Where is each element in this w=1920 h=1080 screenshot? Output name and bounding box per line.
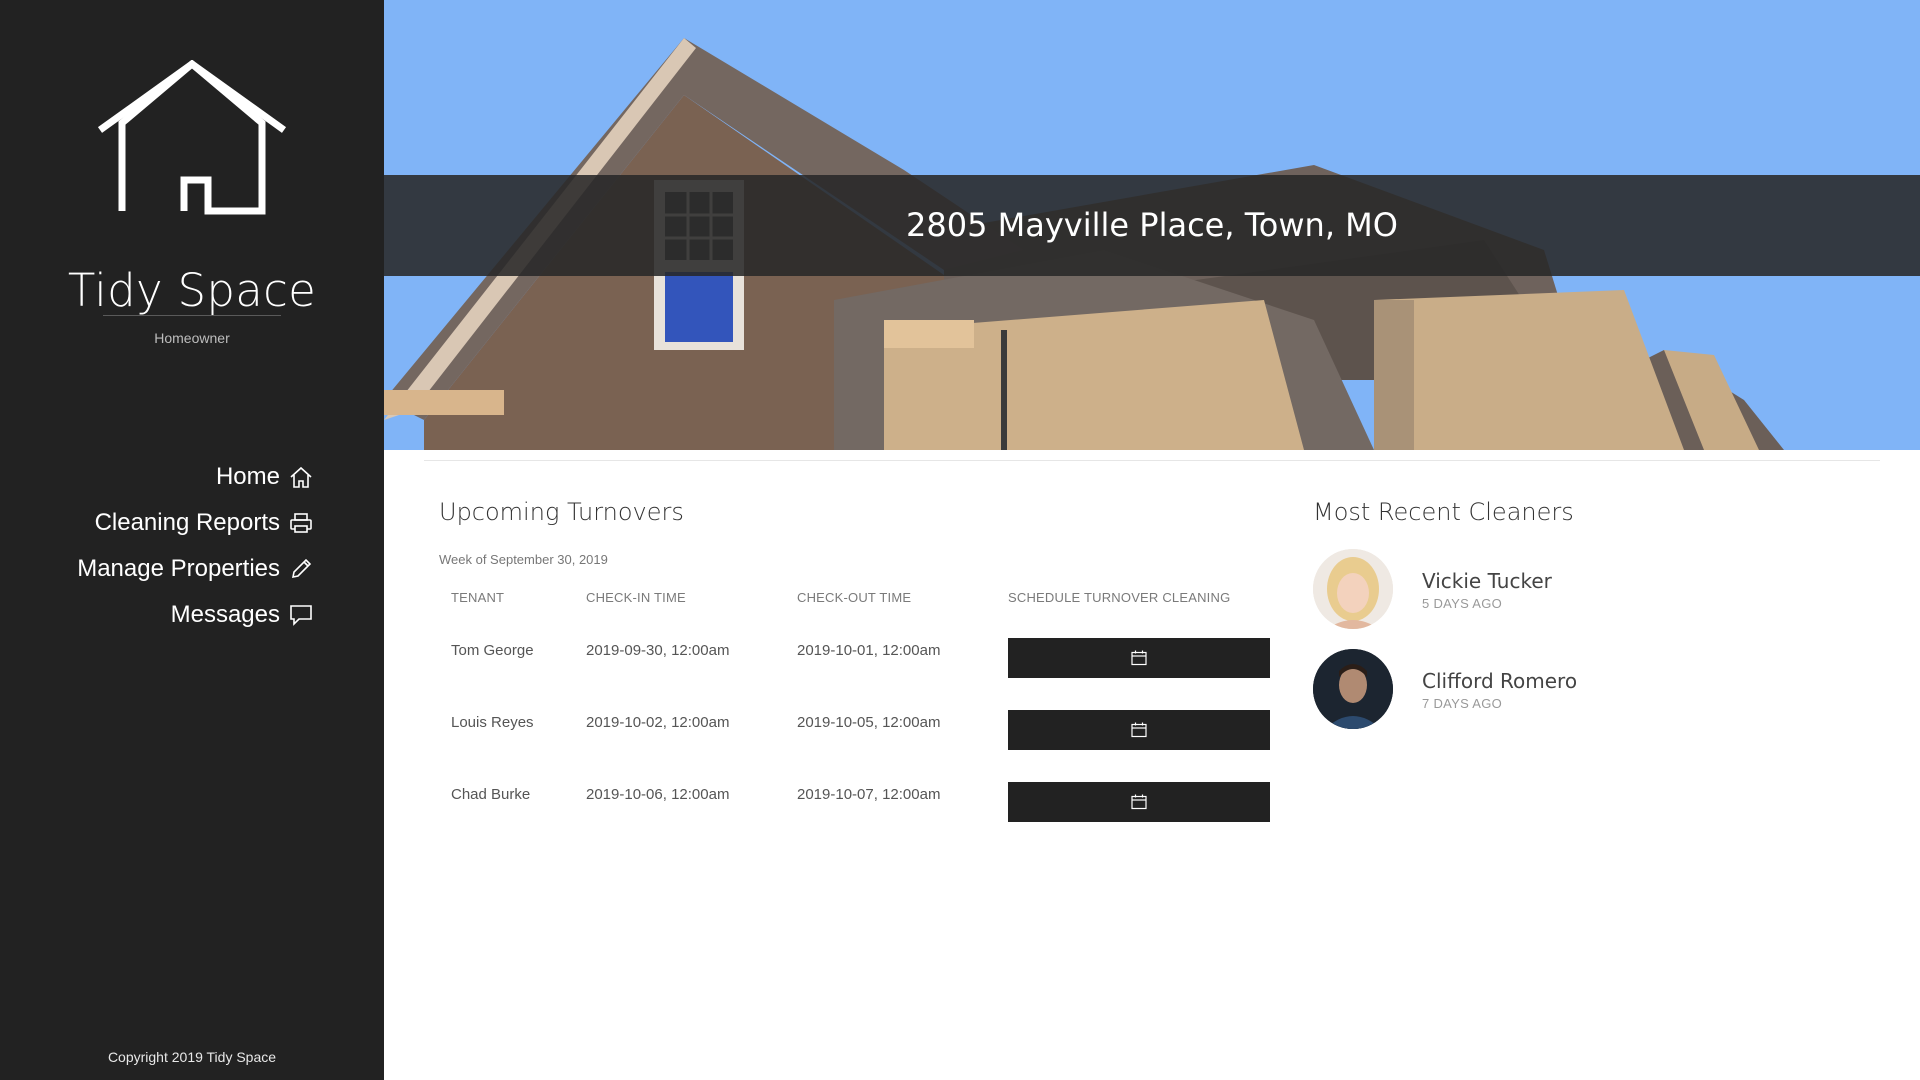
cleaner-last-seen: 5 DAYS AGO (1422, 596, 1503, 611)
house-logo-icon (97, 60, 287, 215)
cleaner-name[interactable]: Clifford Romero (1422, 669, 1577, 693)
brand-underline (103, 315, 281, 316)
cleaners-title: Most Recent Cleaners (1313, 498, 1574, 526)
check-in-time: 2019-10-06, 12:00am (586, 786, 730, 803)
turnovers-week: Week of September 30, 2019 (439, 552, 608, 567)
check-out-time: 2019-10-05, 12:00am (797, 714, 941, 731)
tenant-name: Chad Burke (451, 786, 531, 803)
calendar-icon (1131, 722, 1147, 738)
calendar-icon (1131, 794, 1147, 810)
tenant-name: Louis Reyes (451, 714, 534, 731)
schedule-cleaning-button[interactable] (1008, 710, 1270, 750)
check-in-time: 2019-09-30, 12:00am (586, 642, 730, 659)
sidebar-nav: Home Cleaning Reports Manage Properties … (77, 454, 314, 638)
tenant-name: Tom George (451, 642, 534, 659)
schedule-cleaning-button[interactable] (1008, 638, 1270, 678)
cleaner-last-seen: 7 DAYS AGO (1422, 696, 1503, 711)
column-header-schedule: SCHEDULE TURNOVER CLEANING (1008, 590, 1231, 605)
property-address: 2805 Mayville Place, Town, MO (906, 206, 1398, 244)
check-out-time: 2019-10-07, 12:00am (797, 786, 941, 803)
avatar[interactable] (1313, 549, 1393, 629)
nav-item-messages[interactable]: Messages (77, 592, 314, 638)
check-in-time: 2019-10-02, 12:00am (586, 714, 730, 731)
home-icon (290, 466, 312, 488)
check-out-time: 2019-10-01, 12:00am (797, 642, 941, 659)
sidebar: Tidy Space Homeowner Home Cleaning Repor… (0, 0, 384, 1080)
cleaner-photo (1313, 549, 1393, 629)
avatar[interactable] (1313, 649, 1393, 729)
nav-item-label: Home (215, 463, 280, 490)
user-role: Homeowner (154, 330, 230, 346)
brand-name: Tidy Space (67, 264, 317, 317)
nav-item-cleaning-reports[interactable]: Cleaning Reports (77, 500, 314, 546)
calendar-icon (1131, 650, 1147, 666)
section-divider (424, 460, 1880, 461)
pencil-icon (291, 558, 312, 579)
turnovers-title: Upcoming Turnovers (439, 498, 684, 526)
column-header-check-out: CHECK-OUT TIME (797, 590, 912, 605)
printer-icon (290, 513, 312, 533)
nav-item-label: Cleaning Reports (94, 509, 280, 536)
column-header-tenant: TENANT (451, 590, 505, 605)
cleaner-name[interactable]: Vickie Tucker (1422, 569, 1552, 593)
cleaner-photo (1313, 649, 1393, 729)
column-header-check-in: CHECK-IN TIME (586, 590, 686, 605)
nav-item-manage-properties[interactable]: Manage Properties (77, 546, 314, 592)
chat-icon (290, 605, 312, 626)
copyright: Copyright 2019 Tidy Space (107, 1049, 277, 1065)
nav-item-label: Manage Properties (77, 555, 280, 582)
property-hero-image: 2805 Mayville Place, Town, MO (384, 0, 1920, 450)
nav-item-home[interactable]: Home (77, 454, 314, 500)
nav-item-label: Messages (170, 601, 280, 628)
schedule-cleaning-button[interactable] (1008, 782, 1270, 822)
